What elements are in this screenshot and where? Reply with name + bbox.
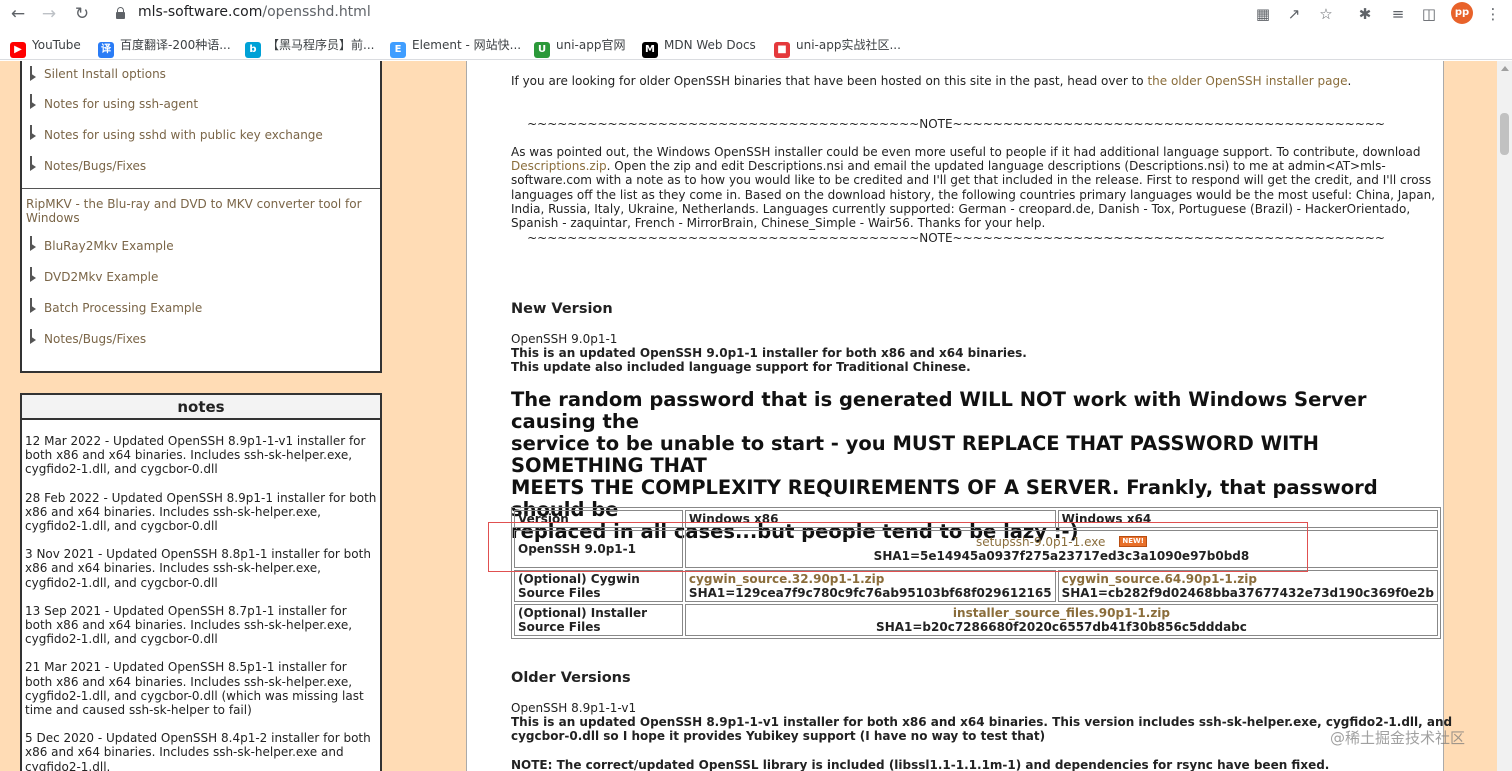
cygwin-x64-cell: cygwin_source.64.90p1-1.zip SHA1=cb282f9d… <box>1057 570 1438 602</box>
translate-icon[interactable]: ▦ <box>1252 3 1274 25</box>
cygwin-x86-cell: cygwin_source.32.90p1-1.zip SHA1=129cea7f… <box>684 570 1056 602</box>
sidebar-link[interactable]: Batch Processing Example <box>22 293 380 324</box>
older-version-desc: OpenSSH 8.9p1-1-v1 This is an updated Op… <box>511 701 1453 771</box>
bookmark-label: 【黑马程序员】前... <box>267 38 375 52</box>
older-intro-text: If you are looking for older OpenSSH bin… <box>511 74 1352 88</box>
table-row: (Optional) Installer Source Files install… <box>514 604 1438 636</box>
side-panel-icon[interactable]: ◫ <box>1418 3 1440 25</box>
bullet-arrow-icon <box>28 66 38 81</box>
mdn-icon: M <box>642 42 658 58</box>
element-icon: E <box>390 42 406 58</box>
sidebar-link[interactable]: Notes/Bugs/Fixes <box>22 324 380 355</box>
installer-source-link[interactable]: installer_source_files.90p1-1.zip <box>689 606 1434 620</box>
sidebar-link[interactable]: DVD2Mkv Example <box>22 262 380 293</box>
browser-toolbar: ← → ↻ mls-software.com/opensshd.html ▦ ↗… <box>0 0 1512 28</box>
table-row: (Optional) Cygwin Source Files cygwin_sou… <box>514 570 1438 602</box>
sidebar-link[interactable]: Notes for using sshd with public key exc… <box>22 120 380 151</box>
bookmark-label: YouTube <box>32 38 81 52</box>
sha-value: SHA1=129cea7f9c780c9fc76ab95103bf68f0296… <box>688 586 1052 600</box>
menu-dots-icon[interactable]: ⋮ <box>1482 3 1504 25</box>
bookmark-label: 百度翻译-200种语... <box>120 38 231 52</box>
main-content: If you are looking for older OpenSSH bin… <box>466 61 1452 771</box>
sidebar-link[interactable]: Silent Install options <box>22 61 380 89</box>
new-version-heading: New Version <box>511 301 613 317</box>
installer-source-cell: installer_source_files.90p1-1.zip SHA1=b2… <box>684 604 1438 636</box>
sha-value: SHA1=b20c7286680f2020c6557db41f30b856c5d… <box>876 620 1247 634</box>
share-icon[interactable]: ↗ <box>1283 3 1305 25</box>
bullet-arrow-icon <box>28 156 38 171</box>
notes-panel: notes 12 Mar 2022 - Updated OpenSSH 8.9p… <box>20 393 382 771</box>
sidebar-link[interactable]: Notes for using ssh-agent <box>22 89 380 120</box>
url-path: /opensshd.html <box>262 4 371 20</box>
highlight-annotation-box <box>488 522 1308 572</box>
left-sidebar: Silent Install options Notes for using s… <box>20 61 382 373</box>
reload-icon[interactable]: ↻ <box>71 3 93 25</box>
note-divider-top: ~~~~~~~~~~~~~~~~~~~~~~~~~~~~~~~~~~~~~~~N… <box>527 117 1385 131</box>
sha-value: SHA1=cb282f9d02468bba37677432e73d190c369… <box>1061 586 1434 600</box>
lock-icon[interactable] <box>116 7 125 19</box>
extensions-icon[interactable]: ✱ <box>1354 3 1376 25</box>
watermark: @稀土掘金技术社区 <box>1330 729 1466 747</box>
language-note: As was pointed out, the Windows OpenSSH … <box>511 145 1436 231</box>
bookmark-mdn[interactable]: M MDN Web Docs <box>642 36 756 58</box>
scrollbar-thumb[interactable] <box>1500 113 1509 155</box>
profile-avatar[interactable]: pp <box>1451 2 1473 24</box>
url-domain: mls-software.com <box>138 4 263 20</box>
bookmark-uniapp[interactable]: Uuni-app官网 <box>534 36 626 58</box>
forward-arrow-icon[interactable]: → <box>38 3 60 25</box>
bookmark-baidu-translate[interactable]: 译百度翻译-200种语... <box>98 36 231 58</box>
bookmark-heima[interactable]: b 【黑马程序员】前... <box>245 36 375 58</box>
bookmark-label: MDN Web Docs <box>664 38 756 52</box>
bookmark-element[interactable]: E Element - 网站快... <box>390 36 522 58</box>
uniapp-community-icon: ■ <box>774 42 790 58</box>
descriptions-zip-link[interactable]: Descriptions.zip <box>511 159 607 173</box>
row-label: (Optional) Cygwin Source Files <box>514 570 683 602</box>
reading-list-icon[interactable]: ≡ <box>1387 3 1409 25</box>
note-item: 12 Mar 2022 - Updated OpenSSH 8.9p1-1-v1… <box>25 434 366 477</box>
scroll-up-arrow-icon[interactable] <box>1501 66 1509 71</box>
bookmark-label: Element - 网站快... <box>412 38 522 52</box>
new-version-desc: OpenSSH 9.0p1-1 This is an updated OpenS… <box>511 332 1027 375</box>
note-item: 13 Sep 2021 - Updated OpenSSH 8.7p1-1 in… <box>25 603 353 647</box>
bookmarks-bar: ▶ YouTube 译百度翻译-200种语... b 【黑马程序员】前... E El… <box>0 30 1512 60</box>
bullet-arrow-icon <box>28 236 38 251</box>
youtube-icon: ▶ <box>10 42 26 58</box>
note-item: 5 Dec 2020 - Updated OpenSSH 8.4p1-2 ins… <box>25 731 371 771</box>
uniapp-icon: U <box>534 42 550 58</box>
baidu-translate-icon: 译 <box>98 42 114 58</box>
note-item: 3 Nov 2021 - Updated OpenSSH 8.8p1-1 ins… <box>25 547 371 590</box>
bookmark-label: uni-app实战社区... <box>796 38 901 52</box>
bookmark-label: uni-app官网 <box>556 38 626 52</box>
bullet-arrow-icon <box>28 329 38 344</box>
bullet-arrow-icon <box>28 94 38 109</box>
cygwin-x64-link[interactable]: cygwin_source.64.90p1-1.zip <box>1062 572 1434 586</box>
older-installer-link[interactable]: the older OpenSSH installer page <box>1147 74 1347 88</box>
page-scrollbar[interactable] <box>1497 61 1512 771</box>
older-versions-heading: Older Versions <box>511 670 631 686</box>
note-item: 21 Mar 2021 - Updated OpenSSH 8.5p1-1 in… <box>25 660 364 718</box>
bookmark-youtube[interactable]: ▶ YouTube <box>10 36 81 58</box>
cygwin-x86-link[interactable]: cygwin_source.32.90p1-1.zip <box>689 572 1052 586</box>
notes-title: notes <box>22 395 380 420</box>
address-bar[interactable]: mls-software.com/opensshd.html <box>100 2 1340 26</box>
note-divider-bottom: ~~~~~~~~~~~~~~~~~~~~~~~~~~~~~~~~~~~~~~~N… <box>527 231 1385 245</box>
sidebar-link[interactable]: Notes/Bugs/Fixes <box>22 151 380 182</box>
back-arrow-icon[interactable]: ← <box>7 3 29 25</box>
bullet-arrow-icon <box>28 125 38 140</box>
row-label: (Optional) Installer Source Files <box>514 604 683 636</box>
bookmark-star-icon[interactable]: ☆ <box>1315 3 1337 25</box>
sidebar-links-box: Silent Install options Notes for using s… <box>20 61 382 373</box>
bullet-arrow-icon <box>28 298 38 313</box>
note-item: 28 Feb 2022 - Updated OpenSSH 8.9p1-1 in… <box>25 490 377 534</box>
page-viewport: Silent Install options Notes for using s… <box>0 61 1497 771</box>
ripmkv-link[interactable]: RipMKV - the Blu-ray and DVD to MKV conv… <box>22 189 380 231</box>
bullet-arrow-icon <box>28 267 38 282</box>
url-text[interactable]: mls-software.com/opensshd.html <box>138 4 371 20</box>
sidebar-link[interactable]: BluRay2Mkv Example <box>22 231 380 262</box>
bilibili-icon: b <box>245 42 261 58</box>
bookmark-uniapp-community[interactable]: ■ uni-app实战社区... <box>774 36 901 58</box>
